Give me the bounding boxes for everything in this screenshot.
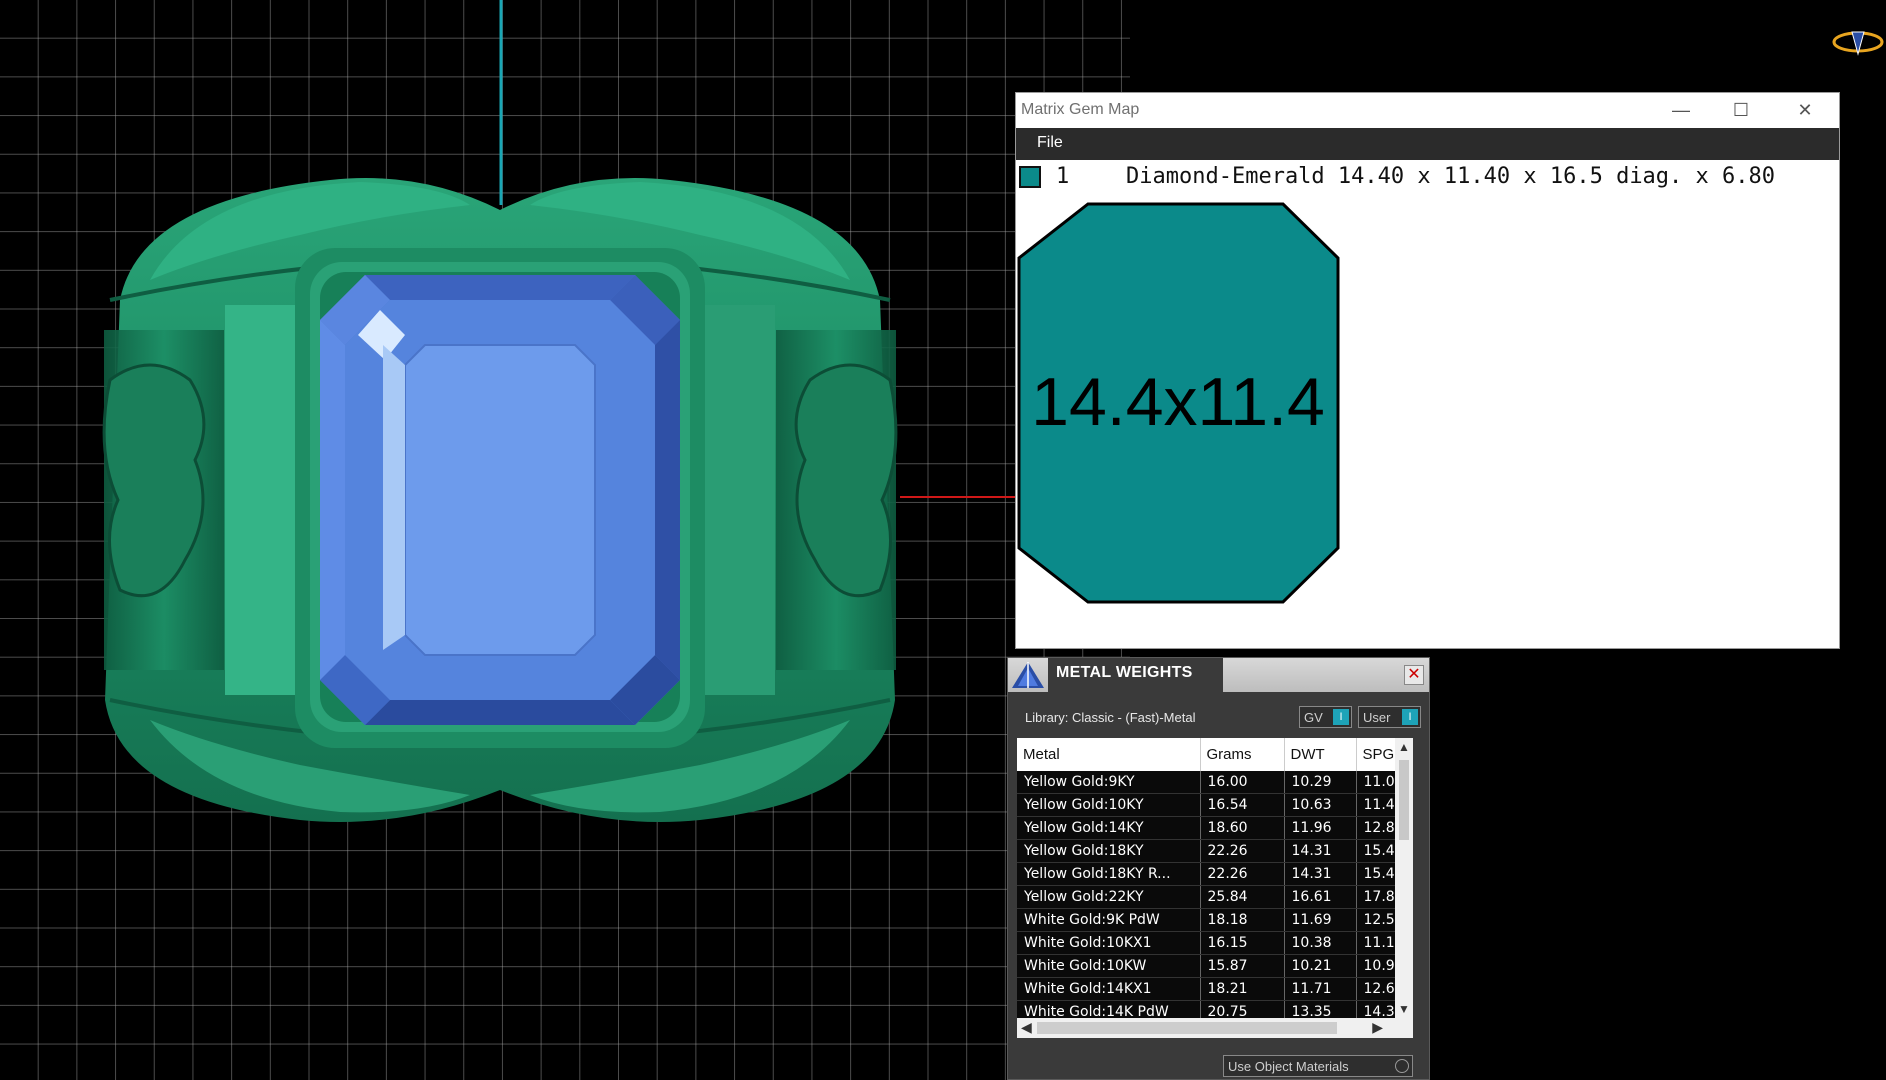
cell-dwt: 14.31 [1284,839,1357,863]
library-label: Library: Classic - (Fast)-Metal [1025,710,1196,725]
cell-dwt: 10.38 [1284,931,1357,955]
cell-dwt: 16.61 [1284,885,1357,909]
cell-grams: 18.21 [1200,977,1285,1001]
panel-title: METAL WEIGHTS [1056,664,1193,681]
table-row[interactable]: Yellow Gold:10KY 16.54 10.63 11.45 [1017,793,1413,817]
table-header-row: Metal Grams DWT SPG [1017,738,1413,771]
user-toggle[interactable]: User I [1358,706,1421,728]
cell-grams: 22.26 [1200,839,1285,863]
table-row[interactable]: Yellow Gold:18KY 22.26 14.31 15.41 [1017,839,1413,863]
cell-grams: 16.00 [1200,771,1285,794]
scrollbar-thumb[interactable] [1037,1022,1337,1034]
metal-weights-table[interactable]: Metal Grams DWT SPG Yellow Gold:9KY 16.00… [1017,738,1413,1018]
gem-index: 1 [1056,164,1070,189]
matrix-logo-icon[interactable] [1832,24,1884,60]
cell-metal: Yellow Gold:14KY [1017,816,1201,840]
cell-grams: 16.54 [1200,793,1285,817]
cell-metal: Yellow Gold:10KY [1017,793,1201,817]
cell-grams: 18.18 [1200,908,1285,932]
cell-metal: White Gold:14K PdW [1017,1000,1201,1018]
cell-dwt: 13.35 [1284,1000,1357,1018]
panel-header[interactable]: METAL WEIGHTS ✕ [1008,658,1429,692]
gem-map-window[interactable]: Matrix Gem Map — ☐ ✕ File 1 Diamond-Emer… [1015,92,1840,649]
cell-grams: 20.75 [1200,1000,1285,1018]
cell-grams: 22.26 [1200,862,1285,886]
gem-color-swatch [1019,166,1041,188]
gem-size-label: 14.4x11.4 [1031,364,1325,440]
gv-toggle[interactable]: GV I [1299,706,1352,728]
minimize-button[interactable]: — [1651,93,1711,128]
cell-metal: Yellow Gold:18KY [1017,839,1201,863]
gem-list-item[interactable]: 1 Diamond-Emerald 14.40 x 11.40 x 16.5 d… [1016,160,1839,194]
column-header-grams[interactable]: Grams [1200,738,1285,771]
cell-dwt: 10.21 [1284,954,1357,978]
toggle-label: Use Object Materials [1228,1059,1349,1074]
vertical-scrollbar[interactable]: ▲ ▼ [1395,738,1413,1018]
toggle-knob-icon: I [1402,709,1418,725]
matrix-logo-icon [1012,662,1044,688]
table-row[interactable]: White Gold:14K PdW 20.75 13.35 14.37 [1017,1000,1413,1018]
radio-icon [1395,1059,1409,1073]
cell-grams: 25.84 [1200,885,1285,909]
toggle-label: User [1363,710,1391,725]
cell-metal: Yellow Gold:22KY [1017,885,1201,909]
use-object-materials-toggle[interactable]: Use Object Materials [1223,1055,1413,1077]
table-row[interactable]: White Gold:10KW 15.87 10.21 10.99 [1017,954,1413,978]
cell-dwt: 10.63 [1284,793,1357,817]
cell-grams: 18.60 [1200,816,1285,840]
scroll-down-icon[interactable]: ▼ [1398,1002,1410,1016]
horizontal-scrollbar[interactable]: ◀ ▶ [1017,1018,1413,1038]
table-row[interactable]: White Gold:10KX1 16.15 10.38 11.18 [1017,931,1413,955]
scrollbar-thumb[interactable] [1399,760,1409,840]
close-button[interactable]: ✕ [1404,665,1424,685]
maximize-button[interactable]: ☐ [1711,93,1771,128]
table-row[interactable]: Yellow Gold:22KY 25.84 16.61 17.89 [1017,885,1413,909]
cell-metal: White Gold:14KX1 [1017,977,1201,1001]
emerald-gem[interactable] [320,275,680,725]
cell-metal: Yellow Gold:9KY [1017,771,1201,794]
table-body: Yellow Gold:9KY 16.00 10.29 11.08 Yellow Gol… [1017,771,1413,1018]
toggle-knob-icon: I [1333,709,1349,725]
cell-metal: White Gold:10KX1 [1017,931,1201,955]
cell-metal: Yellow Gold:18KY R... [1017,862,1201,886]
table-row[interactable]: Yellow Gold:14KY 18.60 11.96 12.88 [1017,816,1413,840]
table-row[interactable]: Yellow Gold:18KY R... 22.26 14.31 15.41 [1017,862,1413,886]
window-title: Matrix Gem Map [1021,101,1140,118]
cell-dwt: 10.29 [1284,771,1357,794]
menu-file[interactable]: File [1037,134,1063,152]
table-row[interactable]: White Gold:9K PdW 18.18 11.69 12.59 [1017,908,1413,932]
cell-dwt: 11.71 [1284,977,1357,1001]
menu-bar: File [1016,128,1839,160]
column-header-dwt[interactable]: DWT [1284,738,1357,771]
gem-description: Diamond-Emerald 14.40 x 11.40 x 16.5 dia… [1126,164,1776,189]
metal-weights-panel[interactable]: METAL WEIGHTS ✕ Library: Classic - (Fast… [1007,657,1430,1080]
cell-metal: White Gold:10KW [1017,954,1201,978]
gem-map-titlebar[interactable]: Matrix Gem Map — ☐ ✕ [1016,93,1839,128]
table-row[interactable]: Yellow Gold:9KY 16.00 10.29 11.08 [1017,771,1413,794]
ring-model[interactable] [0,0,1130,1080]
column-header-metal[interactable]: Metal [1017,738,1201,771]
cell-metal: White Gold:9K PdW [1017,908,1201,932]
panel-title-box: METAL WEIGHTS [1048,658,1223,692]
scroll-up-icon[interactable]: ▲ [1398,740,1410,754]
scroll-right-icon[interactable]: ▶ [1372,1019,1383,1036]
close-button[interactable]: ✕ [1775,93,1835,128]
table-row[interactable]: White Gold:14KX1 18.21 11.71 12.61 [1017,977,1413,1001]
toggle-label: GV [1304,710,1323,725]
scroll-left-icon[interactable]: ◀ [1021,1019,1032,1036]
cell-dwt: 11.69 [1284,908,1357,932]
cell-grams: 16.15 [1200,931,1285,955]
cell-dwt: 11.96 [1284,816,1357,840]
cell-grams: 15.87 [1200,954,1285,978]
gem-outline-diagram[interactable]: 14.4x11.4 [1016,200,1356,620]
cell-dwt: 14.31 [1284,862,1357,886]
